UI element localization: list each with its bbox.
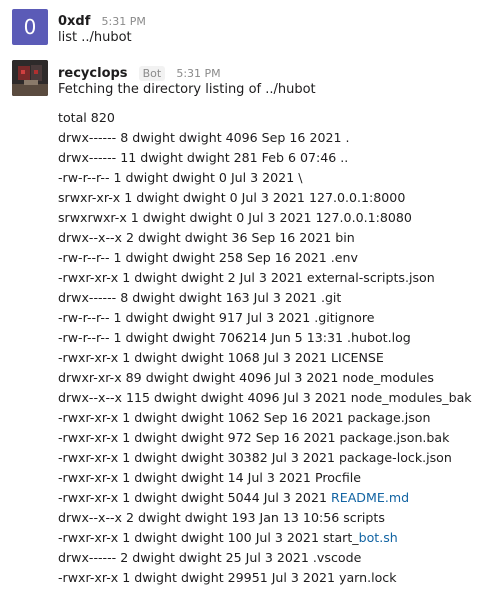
- listing-row: srwxr-xr-x 1 dwight dwight 0 Jul 3 2021 …: [58, 188, 472, 208]
- listing-row: -rw-r--r-- 1 dwight dwight 0 Jul 3 2021 …: [58, 168, 472, 188]
- listing-row: total 820: [58, 108, 472, 128]
- listing-text: srwxr-xr-x 1 dwight dwight 0 Jul 3 2021 …: [58, 190, 406, 205]
- listing-text: drwx------ 2 dwight dwight 25 Jul 3 2021…: [58, 550, 362, 565]
- listing-text: total 820: [58, 110, 115, 125]
- listing-text: -rw-r--r-- 1 dwight dwight 0 Jul 3 2021 …: [58, 170, 303, 185]
- listing-row: drwx------ 8 dwight dwight 163 Jul 3 202…: [58, 288, 472, 308]
- listing-row: -rwxr-xr-x 1 dwight dwight 29951 Jul 3 2…: [58, 568, 472, 588]
- message-text: Fetching the directory listing of ../hub…: [58, 82, 316, 97]
- listing-row: -rwxr-xr-x 1 dwight dwight 972 Sep 16 20…: [58, 428, 472, 448]
- listing-text: drwx--x--x 2 dwight dwight 193 Jan 13 10…: [58, 510, 385, 525]
- listing-row: drwxr-xr-x 89 dwight dwight 4096 Jul 3 2…: [58, 368, 472, 388]
- listing-text: -rw-r--r-- 1 dwight dwight 706214 Jun 5 …: [58, 330, 411, 345]
- listing-text: -rwxr-xr-x 1 dwight dwight 1068 Jul 3 20…: [58, 350, 384, 365]
- avatar-initial: 0: [23, 15, 37, 39]
- listing-text: -rwxr-xr-x 1 dwight dwight 1062 Sep 16 2…: [58, 410, 431, 425]
- listing-row: drwx------ 8 dwight dwight 4096 Sep 16 2…: [58, 128, 472, 148]
- listing-text: -rwxr-xr-x 1 dwight dwight 5044 Jul 3 20…: [58, 490, 331, 505]
- listing-text: -rw-r--r-- 1 dwight dwight 258 Sep 16 20…: [58, 250, 358, 265]
- listing-row: -rwxr-xr-x 1 dwight dwight 1068 Jul 3 20…: [58, 348, 472, 368]
- message-header: 0xdf 5:31 PM: [58, 10, 146, 29]
- listing-row: -rw-r--r-- 1 dwight dwight 706214 Jun 5 …: [58, 328, 472, 348]
- listing-row: -rw-r--r-- 1 dwight dwight 917 Jul 3 202…: [58, 308, 472, 328]
- listing-text: drwx------ 8 dwight dwight 4096 Sep 16 2…: [58, 130, 350, 145]
- listing-row: srwxrwxr-x 1 dwight dwight 0 Jul 3 2021 …: [58, 208, 472, 228]
- timestamp[interactable]: 5:31 PM: [176, 67, 220, 80]
- listing-row: -rwxr-xr-x 1 dwight dwight 2 Jul 3 2021 …: [58, 268, 472, 288]
- avatar[interactable]: [12, 60, 48, 96]
- listing-row: -rwxr-xr-x 1 dwight dwight 1062 Sep 16 2…: [58, 408, 472, 428]
- readme-link[interactable]: README.md: [331, 490, 409, 505]
- listing-text: -rwxr-xr-x 1 dwight dwight 2 Jul 3 2021 …: [58, 270, 435, 285]
- listing-row: drwx--x--x 115 dwight dwight 4096 Jul 3 …: [58, 388, 472, 408]
- listing-row: -rwxr-xr-x 1 dwight dwight 5044 Jul 3 20…: [58, 488, 472, 508]
- listing-text: drwx--x--x 2 dwight dwight 36 Sep 16 202…: [58, 230, 355, 245]
- timestamp[interactable]: 5:31 PM: [102, 15, 146, 28]
- listing-text: drwx------ 11 dwight dwight 281 Feb 6 07…: [58, 150, 349, 165]
- avatar[interactable]: 0: [12, 9, 48, 45]
- message-text: list ../hubot: [58, 30, 132, 45]
- directory-listing: total 820 drwx------ 8 dwight dwight 409…: [58, 108, 472, 588]
- bot-sh-link[interactable]: bot.sh: [359, 530, 398, 545]
- listing-row: drwx--x--x 2 dwight dwight 36 Sep 16 202…: [58, 228, 472, 248]
- listing-row: -rw-r--r-- 1 dwight dwight 258 Sep 16 20…: [58, 248, 472, 268]
- listing-row: drwx------ 2 dwight dwight 25 Jul 3 2021…: [58, 548, 472, 568]
- listing-text: -rwxr-xr-x 1 dwight dwight 100 Jul 3 202…: [58, 530, 359, 545]
- listing-row: drwx------ 11 dwight dwight 281 Feb 6 07…: [58, 148, 472, 168]
- listing-text: drwx--x--x 115 dwight dwight 4096 Jul 3 …: [58, 390, 472, 405]
- listing-row: drwx--x--x 2 dwight dwight 193 Jan 13 10…: [58, 508, 472, 528]
- username[interactable]: 0xdf: [58, 14, 90, 29]
- listing-text: drwxr-xr-x 89 dwight dwight 4096 Jul 3 2…: [58, 370, 434, 385]
- message-header: recyclops Bot 5:31 PM: [58, 62, 221, 81]
- robot-avatar-icon: [12, 60, 48, 96]
- listing-text: -rwxr-xr-x 1 dwight dwight 30382 Jul 3 2…: [58, 450, 452, 465]
- listing-row: -rwxr-xr-x 1 dwight dwight 14 Jul 3 2021…: [58, 468, 472, 488]
- listing-row: -rwxr-xr-x 1 dwight dwight 30382 Jul 3 2…: [58, 448, 472, 468]
- username[interactable]: recyclops: [58, 66, 128, 81]
- bot-badge: Bot: [138, 66, 166, 81]
- listing-text: -rw-r--r-- 1 dwight dwight 917 Jul 3 202…: [58, 310, 375, 325]
- listing-row: -rwxr-xr-x 1 dwight dwight 100 Jul 3 202…: [58, 528, 472, 548]
- listing-text: -rwxr-xr-x 1 dwight dwight 972 Sep 16 20…: [58, 430, 450, 445]
- listing-text: drwx------ 8 dwight dwight 163 Jul 3 202…: [58, 290, 342, 305]
- listing-text: -rwxr-xr-x 1 dwight dwight 14 Jul 3 2021…: [58, 470, 362, 485]
- listing-text: srwxrwxr-x 1 dwight dwight 0 Jul 3 2021 …: [58, 210, 412, 225]
- listing-text: -rwxr-xr-x 1 dwight dwight 29951 Jul 3 2…: [58, 570, 397, 585]
